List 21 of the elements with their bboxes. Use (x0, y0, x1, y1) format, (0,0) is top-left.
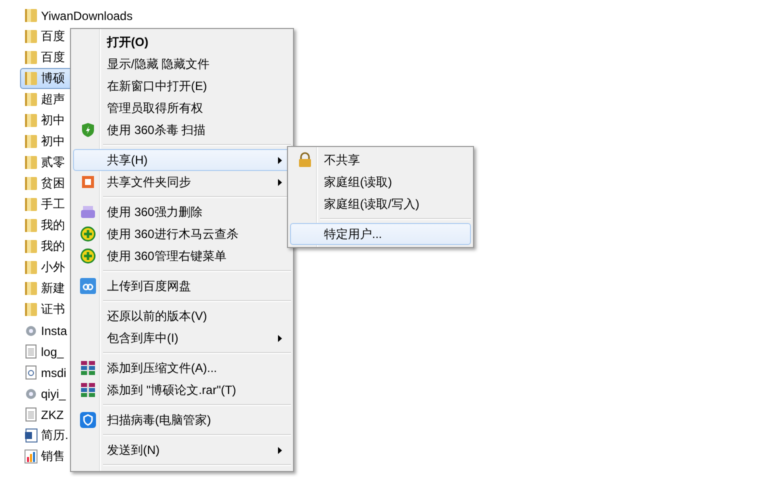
menu-label: 添加到压缩文件(A)... (106, 360, 217, 376)
menu-label: 发送到(N) (106, 442, 160, 458)
menu-label: 共享文件夹同步 (106, 174, 191, 190)
menu-label: 使用 360杀毒 扫描 (106, 122, 206, 138)
menu-label: 特定用户... (323, 226, 382, 242)
menu-label: 不共享 (323, 152, 360, 168)
menu-label: 家庭组(读取/写入) (323, 196, 420, 212)
menu-label: 使用 360管理右键菜单 (106, 248, 226, 264)
menu-label: 还原以前的版本(V) (106, 308, 207, 324)
menu-label: 家庭组(读取) (323, 174, 392, 190)
menu-label: 扫描病毒(电脑管家) (106, 412, 211, 428)
menu-label: 添加到 "博硕论文.rar"(T) (106, 382, 236, 398)
menu-label: 使用 360进行木马云查杀 (106, 226, 238, 242)
menu-label: 显示/隐藏 隐藏文件 (106, 56, 210, 72)
menu-label: 在新窗口中打开(E) (106, 78, 207, 94)
menu-label: 上传到百度网盘 (106, 278, 191, 294)
menu-label: 包含到库中(I) (106, 330, 178, 346)
menu-label: 管理员取得所有权 (106, 100, 203, 116)
menu-label: 共享(H) (106, 152, 148, 168)
menu-label: 使用 360强力删除 (106, 204, 202, 220)
menu-label: 打开(O) (106, 34, 148, 50)
